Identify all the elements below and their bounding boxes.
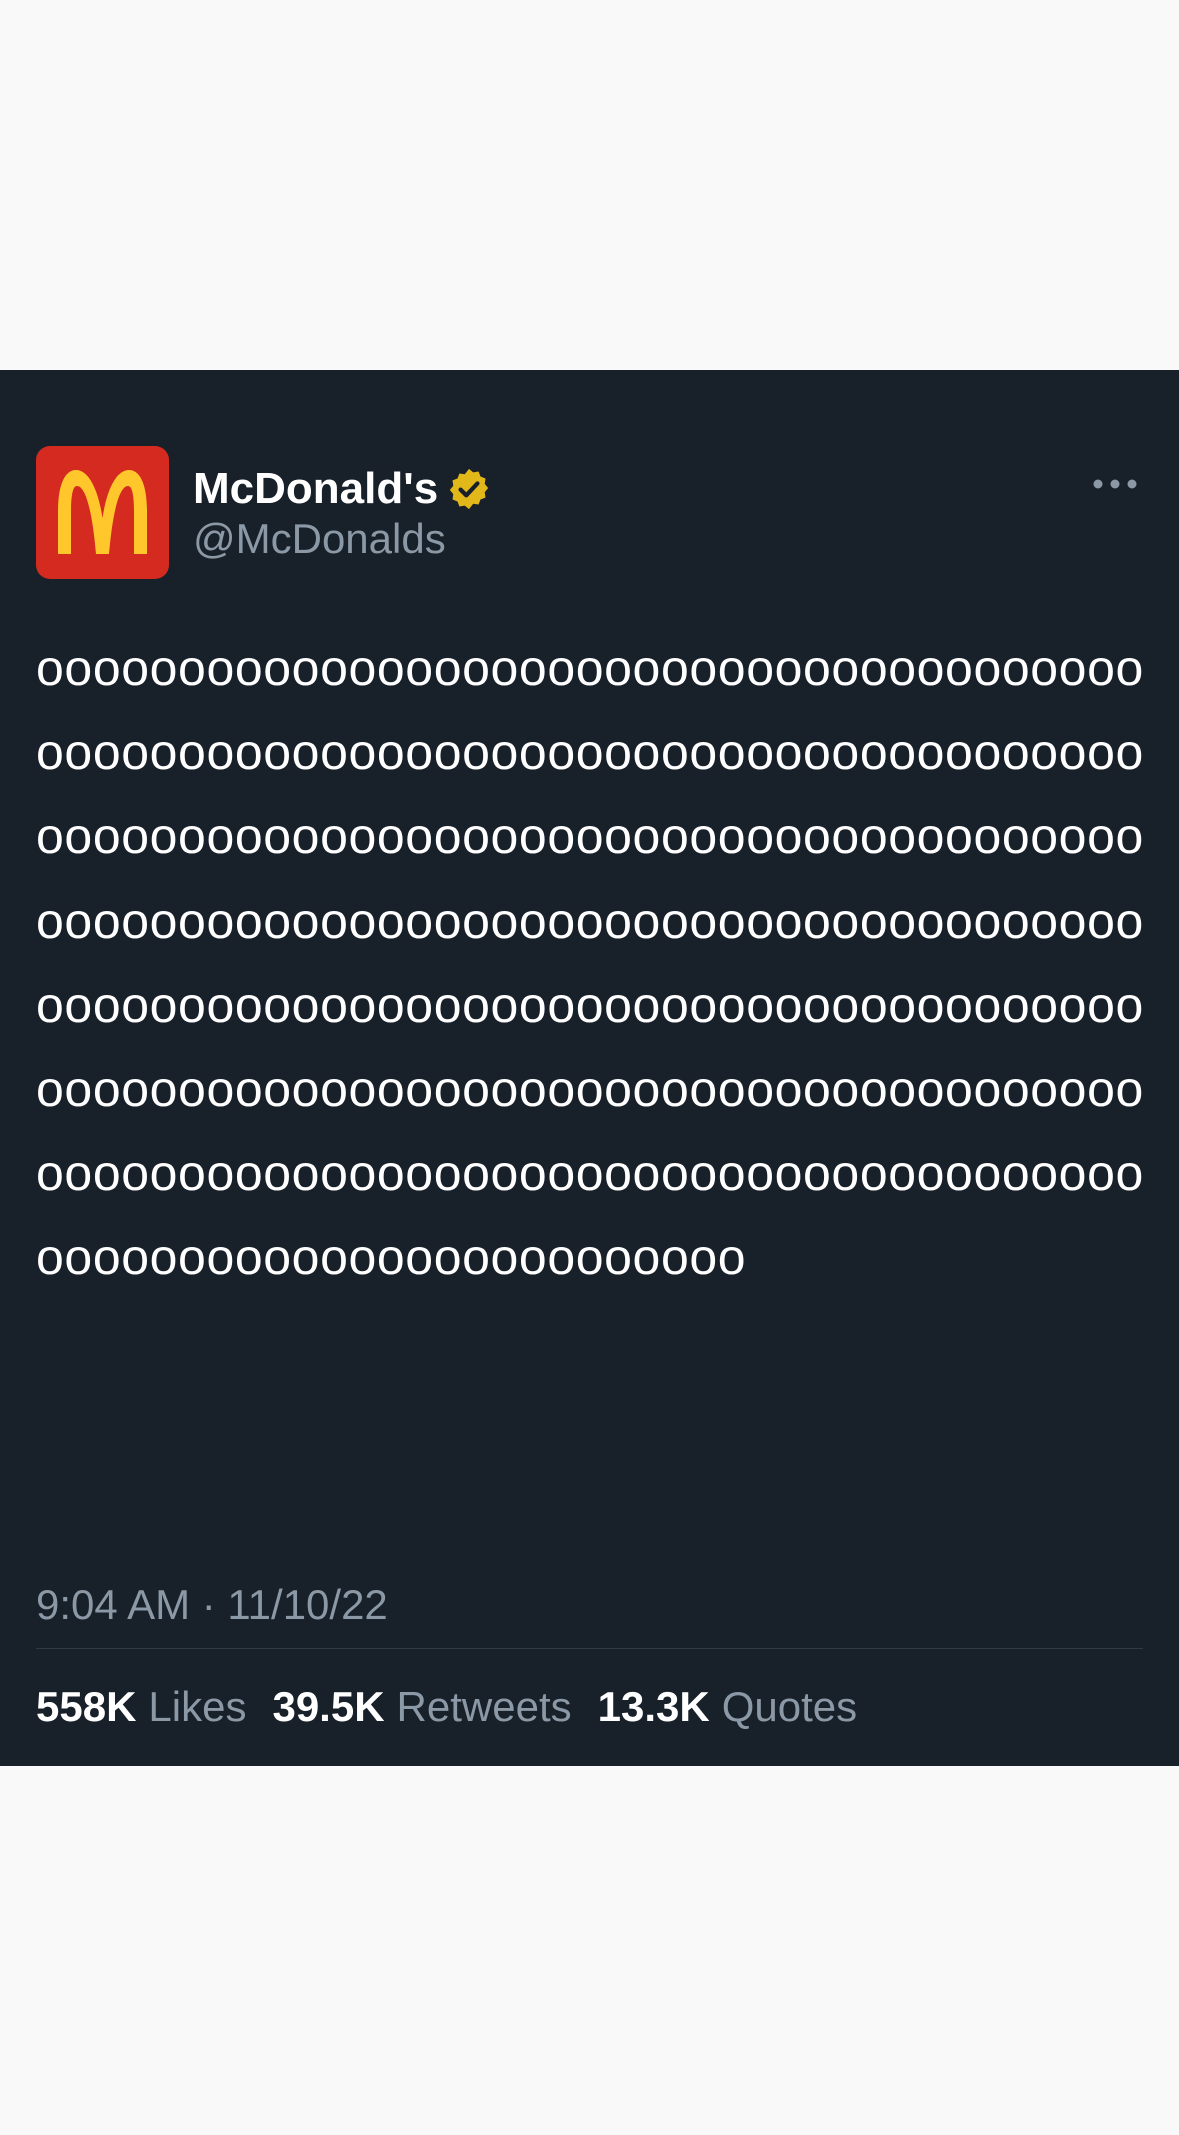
more-dots-icon — [1093, 479, 1137, 489]
retweets-count: 39.5K — [272, 1683, 385, 1730]
verified-badge-icon — [450, 468, 489, 510]
author-display-name[interactable]: McDonald's — [193, 462, 438, 516]
quotes-label: Quotes — [721, 1683, 858, 1730]
quotes-count: 13.3K — [597, 1683, 710, 1730]
engagement-stats: 558K Likes 39.5K Retweets 13.3K Quotes — [36, 1680, 883, 1734]
author-handle[interactable]: @McDonalds — [193, 512, 446, 566]
likes-stat[interactable]: 558K Likes — [36, 1680, 246, 1734]
quotes-stat[interactable]: 13.3K Quotes — [598, 1680, 858, 1734]
tweet-timestamp[interactable]: 9:04 AM · 11/10/22 — [36, 1578, 388, 1632]
tweet-text: oooooooooooooooooooooooooooooooooooooooo… — [36, 640, 1144, 1286]
retweets-stat[interactable]: 39.5K Retweets — [272, 1680, 571, 1734]
author-name-row[interactable]: McDonald's — [193, 462, 492, 516]
likes-count: 558K — [36, 1683, 137, 1730]
mcdonalds-logo-icon — [58, 470, 147, 554]
more-options-button[interactable] — [1090, 470, 1140, 498]
tweet-card: McDonald's ooooooooooooooooooooooooooooo… — [0, 370, 1179, 1766]
divider — [36, 1648, 1143, 1649]
likes-label: Likes — [148, 1683, 247, 1730]
avatar[interactable] — [36, 446, 169, 579]
retweets-label: Retweets — [396, 1683, 572, 1730]
